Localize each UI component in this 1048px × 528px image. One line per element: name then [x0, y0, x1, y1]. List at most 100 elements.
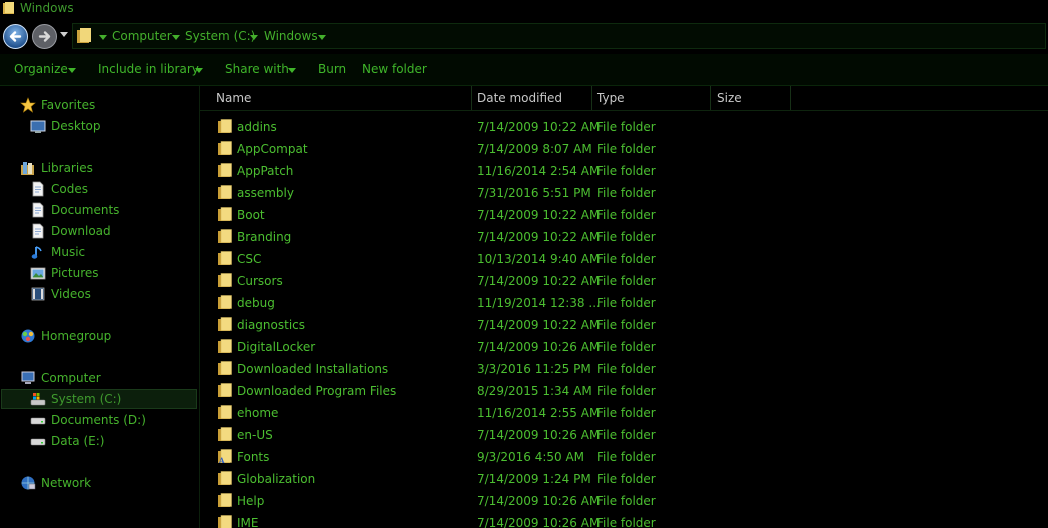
chevron-down-icon[interactable] — [318, 35, 326, 40]
burn-button[interactable]: Burn — [318, 62, 346, 76]
folder-icon — [218, 163, 232, 177]
table-row[interactable]: Help 7/14/2009 10:26 AM File folder — [200, 490, 1048, 512]
file-type: File folder — [597, 142, 656, 156]
libraries-icon — [21, 162, 34, 175]
organize-button[interactable]: Organize — [14, 62, 68, 76]
table-row[interactable]: Boot 7/14/2009 10:22 AM File folder — [200, 204, 1048, 226]
folder-icon — [218, 273, 232, 287]
chevron-down-icon[interactable] — [250, 35, 258, 40]
table-row[interactable]: A Fonts 9/3/2016 4:50 AM File folder — [200, 446, 1048, 468]
file-type: File folder — [597, 318, 656, 332]
file-date-modified: 7/14/2009 1:24 PM — [477, 472, 591, 486]
folder-icon — [218, 405, 232, 419]
fonts-folder-icon: A — [218, 449, 232, 464]
table-row[interactable]: AppCompat 7/14/2009 8:07 AM File folder — [200, 138, 1048, 160]
file-date-modified: 7/14/2009 10:26 AM — [477, 516, 600, 528]
network-icon — [21, 476, 36, 490]
table-row[interactable]: addins 7/14/2009 10:22 AM File folder — [200, 116, 1048, 138]
column-header-name[interactable]: Name — [216, 91, 251, 105]
column-divider[interactable] — [591, 86, 592, 110]
file-type: File folder — [597, 472, 656, 486]
windows-drive-icon — [30, 393, 46, 406]
file-date-modified: 7/31/2016 5:51 PM — [477, 186, 591, 200]
svg-text:A: A — [218, 456, 225, 464]
table-row[interactable]: assembly 7/31/2016 5:51 PM File folder — [200, 182, 1048, 204]
file-name: CSC — [237, 252, 262, 266]
file-date-modified: 7/14/2009 10:22 AM — [477, 274, 600, 288]
file-list: Name Date modified Type Size addins 7/14/… — [200, 86, 1048, 528]
chevron-down-icon[interactable] — [195, 68, 203, 73]
table-row[interactable]: CSC 10/13/2014 9:40 AM File folder — [200, 248, 1048, 270]
folder-icon — [218, 493, 232, 507]
file-name: AppCompat — [237, 142, 308, 156]
video-icon — [31, 287, 45, 301]
table-row[interactable]: Globalization 7/14/2009 1:24 PM File folde… — [200, 468, 1048, 490]
chevron-down-icon[interactable] — [288, 68, 296, 73]
drive-icon — [30, 417, 46, 425]
file-type: File folder — [597, 164, 656, 178]
folder-icon — [218, 361, 232, 375]
navigation-pane: Favorites Desktop Libraries Codes Docume… — [0, 86, 200, 528]
star-icon — [20, 97, 36, 113]
column-header-date-modified[interactable]: Date modified — [477, 91, 562, 105]
window-title: Windows — [20, 1, 74, 15]
column-divider[interactable] — [790, 86, 791, 110]
file-name: assembly — [237, 186, 294, 200]
folder-icon — [218, 317, 232, 331]
document-icon — [32, 223, 44, 239]
file-name: Cursors — [237, 274, 283, 288]
file-date-modified: 7/14/2009 8:07 AM — [477, 142, 592, 156]
file-type: File folder — [597, 186, 656, 200]
back-button[interactable] — [3, 24, 28, 49]
picture-icon — [30, 267, 46, 280]
file-date-modified: 10/13/2014 9:40 AM — [477, 252, 600, 266]
table-row[interactable]: IME 7/14/2009 10:26 AM File folder — [200, 512, 1048, 528]
document-icon — [32, 181, 44, 197]
file-name: Downloaded Program Files — [237, 384, 397, 398]
file-name: en-US — [237, 428, 273, 442]
breadcrumb-windows[interactable]: Windows — [264, 29, 318, 43]
title-bar: Windows — [0, 0, 1048, 18]
document-icon — [32, 202, 44, 218]
table-row[interactable]: Branding 7/14/2009 10:22 AM File folder — [200, 226, 1048, 248]
homegroup-icon — [21, 329, 35, 343]
folder-icon — [218, 119, 232, 133]
table-row[interactable]: AppPatch 11/16/2014 2:54 AM File folder — [200, 160, 1048, 182]
table-row[interactable]: DigitalLocker 7/14/2009 10:26 AM File fold… — [200, 336, 1048, 358]
breadcrumb-computer[interactable]: Computer — [112, 29, 172, 43]
recent-locations-dropdown[interactable] — [60, 32, 68, 37]
chevron-down-icon[interactable] — [172, 35, 180, 40]
table-row[interactable]: ehome 11/16/2014 2:55 AM File folder — [200, 402, 1048, 424]
table-row[interactable]: en-US 7/14/2009 10:26 AM File folder — [200, 424, 1048, 446]
forward-button[interactable] — [32, 24, 57, 49]
table-row[interactable]: diagnostics 7/14/2009 10:22 AM File folder — [200, 314, 1048, 336]
include-in-library-button[interactable]: Include in library — [98, 62, 199, 76]
column-divider[interactable] — [710, 86, 711, 110]
breadcrumb[interactable]: Computer System (C:) Windows — [72, 23, 1046, 49]
file-name: ehome — [237, 406, 279, 420]
file-type: File folder — [597, 252, 656, 266]
back-arrow-icon — [3, 24, 28, 49]
forward-arrow-icon — [32, 24, 57, 49]
column-header-size[interactable]: Size — [717, 91, 742, 105]
file-name: Boot — [237, 208, 265, 222]
new-folder-button[interactable]: New folder — [362, 62, 427, 76]
file-date-modified: 3/3/2016 11:25 PM — [477, 362, 591, 376]
column-headers: Name Date modified Type Size — [200, 86, 1048, 111]
table-row[interactable]: Downloaded Program Files 8/29/2015 1:34 A… — [200, 380, 1048, 402]
table-row[interactable]: debug 11/19/2014 12:38 ... File folder — [200, 292, 1048, 314]
chevron-down-icon[interactable] — [68, 68, 76, 73]
table-row[interactable]: Cursors 7/14/2009 10:22 AM File folder — [200, 270, 1048, 292]
desktop-icon — [30, 120, 46, 133]
table-row[interactable]: Downloaded Installations 3/3/2016 11:25 P… — [200, 358, 1048, 380]
breadcrumb-system-c[interactable]: System (C:) — [185, 29, 255, 43]
share-with-button[interactable]: Share with — [225, 62, 289, 76]
folder-icon — [218, 229, 232, 243]
file-name: Fonts — [237, 450, 270, 464]
folder-icon — [218, 141, 232, 155]
chevron-down-icon[interactable] — [99, 35, 107, 40]
file-name: AppPatch — [237, 164, 294, 178]
folder-icon — [218, 339, 232, 353]
column-divider[interactable] — [471, 86, 472, 110]
column-header-type[interactable]: Type — [597, 91, 625, 105]
